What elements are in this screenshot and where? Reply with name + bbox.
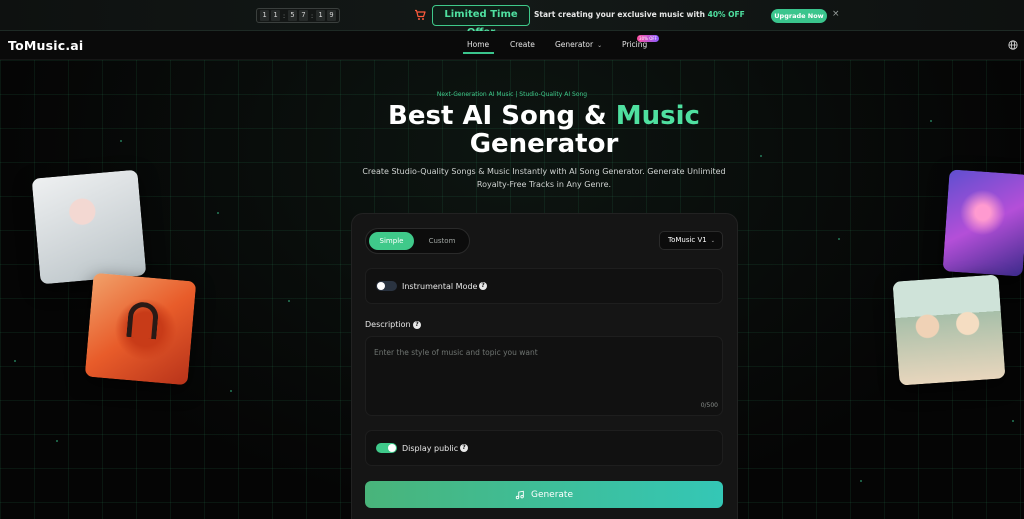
nav-generator-label: Generator bbox=[555, 40, 594, 49]
promo-bar: 1 1 : 5 7 : 1 9 Limited Time Offer Start… bbox=[0, 0, 1024, 38]
toggle-knob bbox=[377, 282, 385, 290]
music-note-icon bbox=[515, 490, 524, 499]
instrumental-label: Instrumental Mode bbox=[402, 282, 478, 291]
showcase-image-portrait bbox=[31, 169, 147, 285]
hero-eyebrow: Next-Generation AI Music | Studio-Qualit… bbox=[436, 91, 588, 98]
star-dot bbox=[288, 300, 290, 302]
hero-title-part: Best AI Song & bbox=[388, 101, 616, 131]
help-icon[interactable]: ? bbox=[479, 282, 487, 290]
hero-title-highlight: Music bbox=[615, 101, 700, 131]
top-nav: ToMusic.ai Home Create Generator ⌄ Pricin… bbox=[0, 31, 1024, 60]
toggle-knob bbox=[388, 444, 396, 452]
site-logo[interactable]: ToMusic.ai bbox=[8, 38, 83, 53]
offer-text: Start creating your exclusive music with… bbox=[534, 10, 745, 19]
offer-discount: 40% OFF bbox=[707, 10, 745, 19]
upgrade-now-button[interactable]: Upgrade Now bbox=[771, 9, 827, 23]
limited-offer-badge: Limited Time Offer bbox=[432, 5, 530, 38]
model-select-value: ToMusic V1 bbox=[668, 236, 707, 244]
mode-simple-tab[interactable]: Simple bbox=[369, 232, 414, 250]
countdown-digit: 1 bbox=[260, 10, 269, 21]
countdown-digit: 7 bbox=[299, 10, 308, 21]
description-input[interactable] bbox=[365, 336, 723, 416]
nav-home[interactable]: Home bbox=[467, 40, 489, 49]
showcase-image-friends bbox=[892, 274, 1006, 386]
nav-generator[interactable]: Generator ⌄ bbox=[555, 40, 602, 49]
countdown-digit: 9 bbox=[327, 10, 336, 21]
hero-title: Best AI Song & Music bbox=[0, 102, 1024, 130]
star-dot bbox=[838, 238, 840, 240]
generate-label: Generate bbox=[530, 489, 574, 500]
star-dot bbox=[1012, 420, 1014, 422]
display-public-toggle[interactable] bbox=[376, 443, 397, 453]
star-dot bbox=[56, 440, 58, 442]
instrumental-toggle[interactable] bbox=[376, 281, 397, 291]
countdown-separator: : bbox=[282, 11, 286, 20]
hero-subtitle: Create Studio-Quality Songs & Music Inst… bbox=[362, 167, 726, 176]
star-dot bbox=[217, 212, 219, 214]
hero-subtitle: Royalty-Free Tracks in Any Genre. bbox=[476, 180, 612, 189]
showcase-image-vr bbox=[942, 169, 1024, 277]
help-icon[interactable]: ? bbox=[413, 321, 421, 329]
display-public-label: Display public bbox=[402, 444, 459, 453]
pricing-discount-badge: 30% OFF bbox=[637, 35, 659, 42]
star-dot bbox=[860, 480, 862, 482]
char-count: 0/500 bbox=[700, 402, 718, 409]
description-label: Description bbox=[365, 320, 411, 329]
countdown-separator: : bbox=[310, 11, 314, 20]
nav-active-indicator bbox=[463, 52, 494, 54]
close-icon[interactable]: × bbox=[832, 9, 840, 19]
shopping-cart-icon bbox=[415, 9, 426, 20]
hero-title-line2: Generator bbox=[469, 129, 619, 159]
model-select[interactable]: ToMusic V1 ⌄ bbox=[659, 231, 723, 250]
star-dot bbox=[14, 360, 16, 362]
help-icon[interactable]: ? bbox=[460, 444, 468, 452]
countdown-digit: 1 bbox=[271, 10, 280, 21]
globe-icon[interactable] bbox=[1008, 40, 1018, 50]
offer-text-main: Start creating your exclusive music with bbox=[534, 10, 705, 19]
star-dot bbox=[230, 390, 232, 392]
chevron-down-icon: ⌄ bbox=[710, 238, 715, 244]
showcase-image-headphones bbox=[84, 272, 197, 386]
headphones-icon bbox=[126, 300, 160, 340]
nav-create[interactable]: Create bbox=[510, 40, 535, 49]
chevron-down-icon: ⌄ bbox=[597, 42, 603, 49]
mode-custom-tab[interactable]: Custom bbox=[422, 232, 462, 250]
countdown-timer: 1 1 : 5 7 : 1 9 bbox=[256, 8, 340, 23]
countdown-digit: 1 bbox=[316, 10, 325, 21]
countdown-digit: 5 bbox=[288, 10, 297, 21]
generate-button[interactable]: Generate bbox=[365, 481, 723, 508]
